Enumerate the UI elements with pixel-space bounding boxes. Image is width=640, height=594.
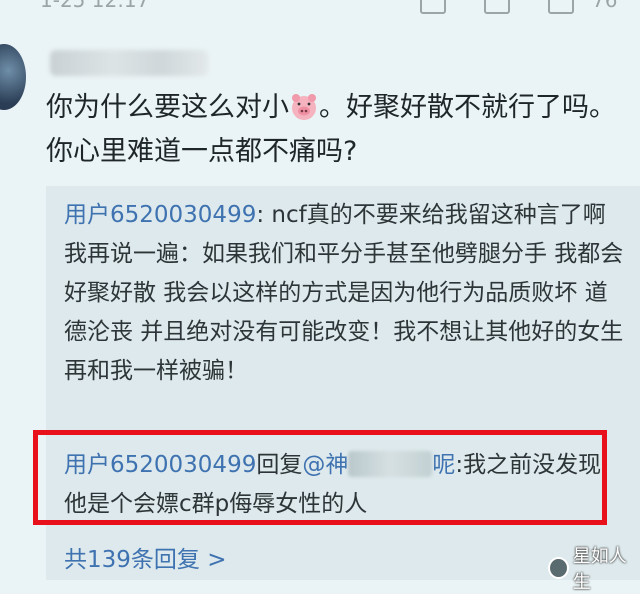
watermark: 星如人生 [548,542,640,594]
reply-item[interactable]: 用户6520030499: ncf真的不要来给我留这种言了啊 我再说一遍：如果我… [64,196,624,391]
top-action-bar: 1-25 12:17 76 [0,0,640,18]
pig-face-icon [292,94,316,120]
reply-text: : ncf真的不要来给我留这种言了啊 我再说一遍：如果我们和平分手甚至他劈腿分手… [64,202,624,384]
watermark-text: 星如人生 [572,546,627,593]
more-replies-link[interactable]: 共139条回复 > [64,540,226,574]
share-icon[interactable] [420,0,446,14]
reply-icon[interactable] [484,0,510,14]
reply-username[interactable]: 用户6520030499 [64,202,256,228]
comment-text: 你为什么要这么对小 。好聚好散不就行了吗。你心里难道一点都不痛吗? [46,86,626,174]
like-count: 76 [592,0,618,12]
highlight-frame [33,430,607,525]
watermark-logo-icon [548,557,569,579]
like-icon[interactable] [548,0,574,14]
comment-time: 1-25 12:17 [40,0,150,12]
comment-text-part-1: 你为什么要这么对小 [46,92,289,123]
avatar[interactable] [0,44,26,110]
blurred-username[interactable] [50,50,208,76]
